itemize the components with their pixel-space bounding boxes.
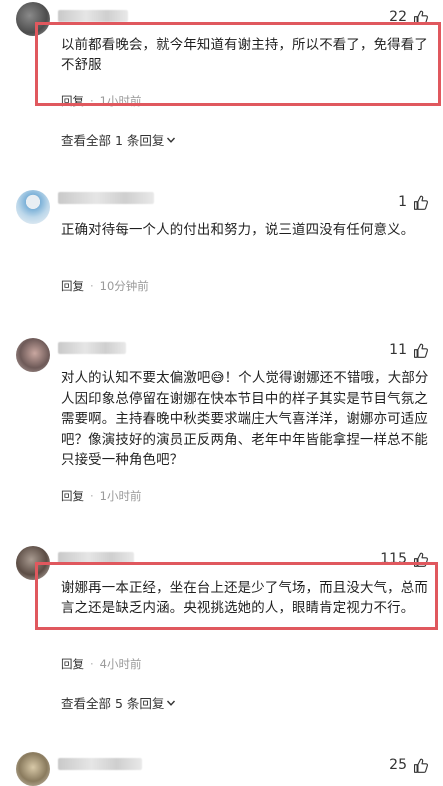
comment-meta: 回复 · 4小时前 (61, 656, 141, 672)
thumbs-up-icon (413, 195, 428, 210)
timestamp: 1小时前 (99, 94, 142, 108)
username[interactable] (58, 192, 154, 204)
like-button[interactable]: 115 (380, 549, 429, 569)
view-replies-link[interactable]: 查看全部 5 条回复 (61, 693, 176, 712)
like-button[interactable]: 25 (389, 755, 429, 775)
chevron-down-icon (167, 137, 176, 143)
avatar[interactable] (16, 2, 50, 36)
username[interactable] (58, 342, 126, 354)
reply-button[interactable]: 回复 (61, 93, 84, 109)
separator: · (90, 489, 94, 503)
username[interactable] (58, 758, 142, 770)
like-button[interactable]: 1 (398, 192, 429, 212)
username[interactable] (58, 552, 134, 564)
comment-text: 以前都看晚会，就今年知道有谢主持，所以不看了，免得看了不舒服 (61, 38, 428, 73)
like-button[interactable]: 11 (389, 340, 429, 360)
username[interactable] (58, 10, 128, 22)
reply-button[interactable]: 回复 (61, 656, 84, 672)
comment-meta: 回复 · 1小时前 (61, 93, 141, 109)
separator: · (90, 94, 94, 108)
comment-text: 谢娜再一本正经，坐在台上还是少了气场，而且没大气，总而言之还是缺乏内涵。央视挑选… (61, 581, 428, 616)
reply-button[interactable]: 回复 (61, 278, 84, 294)
like-count: 115 (380, 551, 407, 567)
thumbs-up-icon (413, 10, 428, 25)
avatar[interactable] (16, 752, 50, 786)
avatar[interactable] (16, 546, 50, 580)
comment-meta: 回复 · 10分钟前 (61, 278, 149, 294)
like-count: 22 (389, 9, 407, 25)
like-count: 11 (389, 342, 407, 358)
timestamp: 1小时前 (99, 489, 142, 503)
comment-meta: 回复 · 1小时前 (61, 488, 141, 504)
avatar[interactable] (16, 190, 50, 224)
reply-button[interactable]: 回复 (61, 488, 84, 504)
avatar[interactable] (16, 338, 50, 372)
chevron-down-icon (167, 700, 176, 706)
view-replies-link[interactable]: 查看全部 1 条回复 (61, 130, 176, 149)
separator: · (90, 657, 94, 671)
thumbs-up-icon (413, 758, 428, 773)
view-replies-label: 查看全部 5 条回复 (61, 696, 165, 711)
thumbs-up-icon (413, 552, 428, 567)
like-count: 25 (389, 757, 407, 773)
timestamp: 10分钟前 (99, 279, 149, 293)
comment-text: 正确对待每一个人的付出和努力，说三道四没有任何意义。 (61, 223, 415, 238)
timestamp: 4小时前 (99, 657, 142, 671)
thumbs-up-icon (413, 343, 428, 358)
comment-text: 对人的认知不要太偏激吧😅！个人觉得谢娜还不错哦，大部分人因印象总停留在谢娜在快本… (61, 371, 429, 468)
like-button[interactable]: 22 (389, 7, 429, 27)
like-count: 1 (398, 194, 407, 210)
view-replies-label: 查看全部 1 条回复 (61, 133, 165, 148)
separator: · (90, 279, 94, 293)
